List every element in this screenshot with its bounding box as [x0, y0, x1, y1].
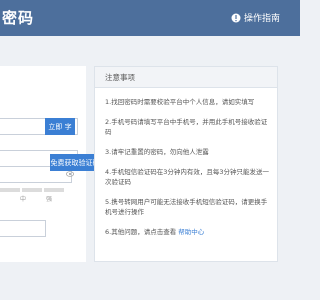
- page-title: 密码: [2, 9, 35, 27]
- guide-icon: [231, 13, 241, 22]
- notice-panel: 注意事项 1.找回密码时需要校验平台中个人信息，请如实填写 2.手机号码请填写平…: [94, 66, 278, 262]
- notice-header: 注意事项: [95, 67, 277, 88]
- get-code-button[interactable]: 免费获取验证码: [50, 154, 100, 171]
- password-strength-bar: [0, 188, 78, 192]
- confirm-password-input[interactable]: [0, 172, 71, 187]
- help-center-link[interactable]: 帮助中心: [178, 228, 204, 236]
- page: 密码 操作指南 立即 字 中 强 免费获取验证码 注意事项 1.找回密码时需要校…: [0, 0, 300, 300]
- header: 密码 操作指南: [0, 0, 300, 36]
- strength-segment: [22, 188, 42, 192]
- strength-segment: [44, 188, 64, 192]
- guide-label: 操作指南: [243, 14, 280, 24]
- strength-label-mid: 中: [20, 196, 27, 203]
- strength-label-high: 强: [46, 196, 53, 203]
- notice-item: 3.请牢记重置的密码，勿向他人泄露: [105, 148, 209, 156]
- small-blue-button[interactable]: 立即 字: [45, 118, 75, 135]
- notice-list: 1.找回密码时需要校验平台中个人信息，请如实填写 2.手机号码请填写平台中手机号…: [105, 97, 269, 247]
- verification-code-field[interactable]: [0, 220, 46, 237]
- notice-item: 6.其他问题，请点击查看 帮助中心: [105, 227, 269, 237]
- notice-item: 2.手机号码请填写平台中手机号，并用此手机号接收验证码: [105, 118, 268, 136]
- notice-item: 1.找回密码时需要校验平台中个人信息，请如实填写: [105, 98, 255, 106]
- strength-segment: [0, 188, 20, 192]
- eye-icon[interactable]: [66, 171, 74, 177]
- notice-item-prefix: 6.其他问题，请点击查看: [105, 228, 177, 236]
- guide-link[interactable]: 操作指南: [231, 11, 280, 24]
- notice-item: 5.携号转网用户可能无法接收手机短信验证码，请更换手机号进行操作: [105, 198, 268, 216]
- notice-item: 4.手机短信验证码在3分钟内有效，且每3分钟只能发送一次验证码: [105, 168, 269, 186]
- notice-title: 注意事项: [105, 73, 135, 82]
